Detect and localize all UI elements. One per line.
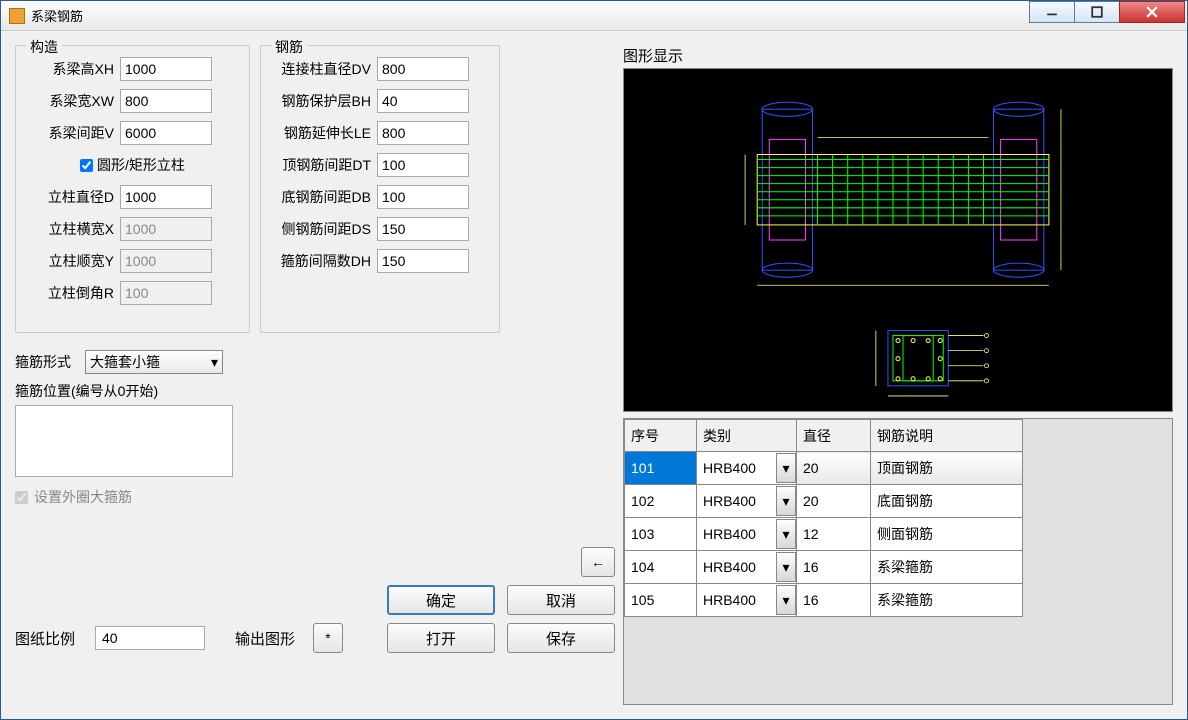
minimize-button[interactable] xyxy=(1029,1,1075,23)
rebar-group: 钢筋 连接柱直径DV 钢筋保护层BH 钢筋延伸长LE 顶钢筋间距DT 底钢筋间距… xyxy=(260,45,500,333)
db-input[interactable] xyxy=(377,185,469,209)
rebar-table[interactable]: 序号 类别 直径 钢筋说明 101HRB400▾20顶面钢筋102HRB400▾… xyxy=(623,418,1173,705)
bh-label: 钢筋保护层BH xyxy=(271,91,371,111)
structure-legend: 构造 xyxy=(26,37,62,57)
v-label: 系梁间距V xyxy=(26,123,114,143)
preview-legend: 图形显示 xyxy=(623,45,1173,66)
chevron-down-icon[interactable]: ▾ xyxy=(776,519,796,549)
arrow-left-icon: ← xyxy=(591,554,605,570)
arrow-left-button[interactable]: ← xyxy=(581,547,615,577)
cell-desc[interactable]: 顶面钢筋 xyxy=(871,452,1023,485)
ok-button[interactable]: 确定 xyxy=(387,585,495,615)
chevron-down-icon[interactable]: ▾ xyxy=(776,486,796,516)
cell-dia[interactable]: 20 xyxy=(797,485,871,518)
th-seq[interactable]: 序号 xyxy=(625,420,697,452)
table-row[interactable]: 103HRB400▾12侧面钢筋 xyxy=(625,518,1023,551)
cell-seq[interactable]: 105 xyxy=(625,584,697,617)
cell-cat[interactable]: HRB400▾ xyxy=(697,551,797,584)
v-input[interactable] xyxy=(120,121,212,145)
ds-label: 侧钢筋间距DS xyxy=(271,219,371,239)
outer-stirrup-checkbox xyxy=(15,491,28,504)
r-label: 立柱倒角R xyxy=(26,283,114,303)
shape-label: 圆形/矩形立柱 xyxy=(97,155,185,175)
dv-input[interactable] xyxy=(377,57,469,81)
close-button[interactable] xyxy=(1119,1,1185,23)
th-desc[interactable]: 钢筋说明 xyxy=(871,420,1023,452)
xw-label: 系梁宽XW xyxy=(26,91,114,111)
dh-label: 箍筋间隔数DH xyxy=(271,251,371,271)
cell-cat[interactable]: HRB400▾ xyxy=(697,584,797,617)
table-row[interactable]: 102HRB400▾20底面钢筋 xyxy=(625,485,1023,518)
cell-seq[interactable]: 103 xyxy=(625,518,697,551)
le-input[interactable] xyxy=(377,121,469,145)
dh-input[interactable] xyxy=(377,249,469,273)
shape-checkbox[interactable] xyxy=(80,159,93,172)
table-row[interactable]: 101HRB400▾20顶面钢筋 xyxy=(625,452,1023,485)
chevron-down-icon[interactable]: ▾ xyxy=(776,552,796,582)
scale-input[interactable] xyxy=(95,626,205,650)
stirrup-pos-label: 箍筋位置(编号从0开始) xyxy=(15,381,615,401)
window-title: 系梁钢筋 xyxy=(31,6,1030,25)
dt-label: 顶钢筋间距DT xyxy=(271,155,371,175)
xw-input[interactable] xyxy=(120,89,212,113)
chevron-down-icon[interactable]: ▾ xyxy=(776,585,796,615)
bh-input[interactable] xyxy=(377,89,469,113)
xh-label: 系梁高XH xyxy=(26,59,114,79)
table-row[interactable]: 104HRB400▾16系梁箍筋 xyxy=(625,551,1023,584)
cell-cat[interactable]: HRB400▾ xyxy=(697,485,797,518)
scale-label: 图纸比例 xyxy=(15,628,75,649)
d-input[interactable] xyxy=(120,185,212,209)
cell-desc[interactable]: 系梁箍筋 xyxy=(871,551,1023,584)
th-dia[interactable]: 直径 xyxy=(797,420,871,452)
cell-dia[interactable]: 20 xyxy=(797,452,871,485)
open-button[interactable]: 打开 xyxy=(387,623,495,653)
cell-seq[interactable]: 102 xyxy=(625,485,697,518)
cell-cat[interactable]: HRB400▾ xyxy=(697,518,797,551)
cell-dia[interactable]: 16 xyxy=(797,551,871,584)
app-icon xyxy=(9,8,25,24)
y-input xyxy=(120,249,212,273)
x-input xyxy=(120,217,212,241)
preview-canvas xyxy=(623,68,1173,412)
th-cat[interactable]: 类别 xyxy=(697,420,797,452)
outer-stirrup-label: 设置外圈大箍筋 xyxy=(34,487,132,507)
stirrup-type-label: 箍筋形式 xyxy=(15,352,79,372)
x-label: 立柱横宽X xyxy=(26,219,114,239)
y-label: 立柱顺宽Y xyxy=(26,251,114,271)
dt-input[interactable] xyxy=(377,153,469,177)
cell-dia[interactable]: 16 xyxy=(797,584,871,617)
cell-cat[interactable]: HRB400▾ xyxy=(697,452,797,485)
d-label: 立柱直径D xyxy=(26,187,114,207)
rebar-legend: 钢筋 xyxy=(271,37,307,57)
output-label: 输出图形 xyxy=(235,628,295,649)
cancel-button[interactable]: 取消 xyxy=(507,585,615,615)
le-label: 钢筋延伸长LE xyxy=(271,123,371,143)
db-label: 底钢筋间距DB xyxy=(271,187,371,207)
stirrup-type-select[interactable]: 大箍套小箍 ▾ xyxy=(85,350,223,374)
chevron-down-icon[interactable]: ▾ xyxy=(776,453,796,483)
cell-seq[interactable]: 101 xyxy=(625,452,697,485)
structure-group: 构造 系梁高XH 系梁宽XW 系梁间距V 圆形/矩形立柱 立柱直径D 立柱横宽X… xyxy=(15,45,250,333)
cell-desc[interactable]: 系梁箍筋 xyxy=(871,584,1023,617)
xh-input[interactable] xyxy=(120,57,212,81)
r-input xyxy=(120,281,212,305)
save-button[interactable]: 保存 xyxy=(507,623,615,653)
title-bar: 系梁钢筋 xyxy=(1,1,1187,31)
output-button[interactable]: * xyxy=(313,623,343,653)
cell-desc[interactable]: 侧面钢筋 xyxy=(871,518,1023,551)
stirrup-pos-list[interactable] xyxy=(15,405,233,477)
dv-label: 连接柱直径DV xyxy=(271,59,371,79)
cell-seq[interactable]: 104 xyxy=(625,551,697,584)
chevron-down-icon: ▾ xyxy=(211,354,218,371)
ds-input[interactable] xyxy=(377,217,469,241)
cell-dia[interactable]: 12 xyxy=(797,518,871,551)
table-row[interactable]: 105HRB400▾16系梁箍筋 xyxy=(625,584,1023,617)
maximize-button[interactable] xyxy=(1074,1,1120,23)
cell-desc[interactable]: 底面钢筋 xyxy=(871,485,1023,518)
